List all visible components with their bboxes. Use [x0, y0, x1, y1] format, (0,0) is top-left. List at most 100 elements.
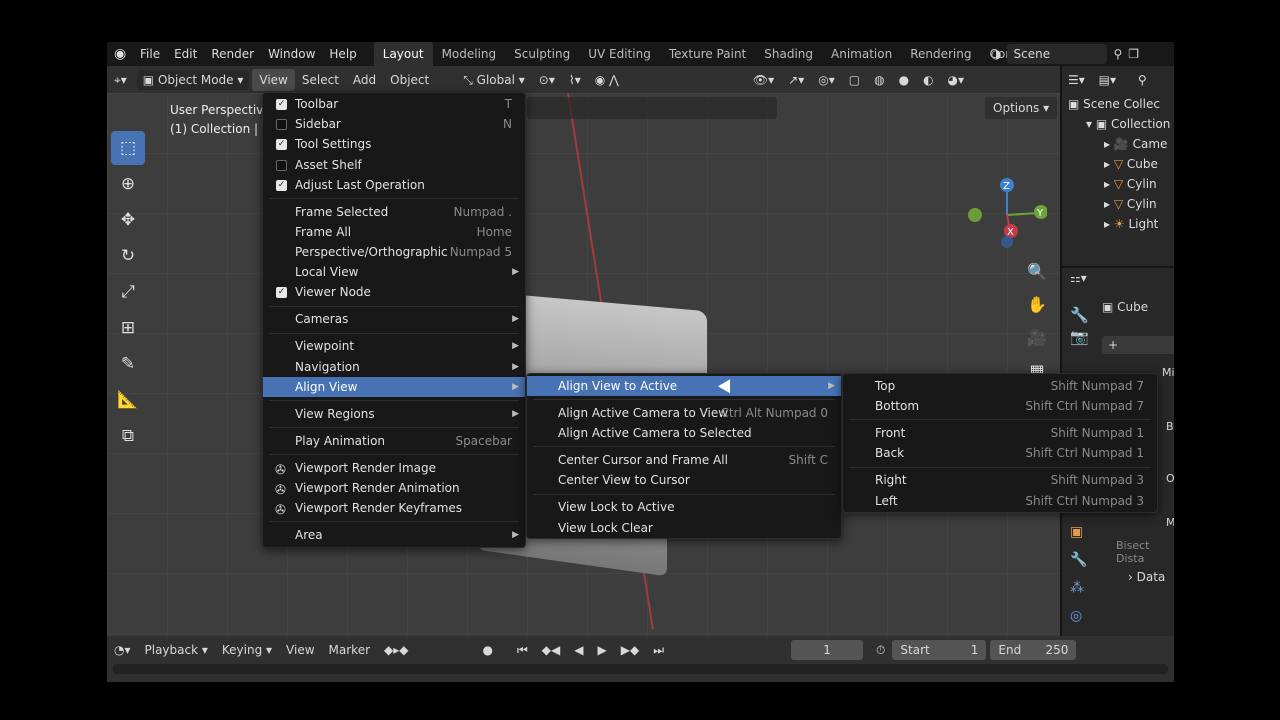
jump-start-icon[interactable]: ⏮ — [510, 643, 535, 658]
shading-wire-icon[interactable]: ◍ — [867, 69, 891, 91]
checkbox-checked-icon[interactable]: ✓ — [276, 139, 287, 151]
menu-item-center-cursor-and-frame-all[interactable]: Center Cursor and Frame All Shift C — [527, 450, 841, 470]
camera-view-icon[interactable]: 🎥 — [1022, 322, 1052, 352]
menu-item-viewport-render-image[interactable]: ✇ Viewport Render Image — [263, 458, 525, 478]
menu-item-play-animation[interactable]: Play Animation Spacebar — [263, 431, 525, 451]
outliner-scene-row[interactable]: ▣ Scene Collec — [1062, 94, 1174, 114]
menu-item-viewport-render-keyframes[interactable]: ✇ Viewport Render Keyframes — [263, 498, 525, 518]
play-reverse-icon[interactable]: ◀ — [567, 643, 590, 657]
modifier-tab-icon[interactable]: 🔧 — [1070, 546, 1088, 574]
proportional-edit-icon[interactable]: ◉ ⋀ — [588, 69, 626, 91]
annotate-icon[interactable]: ✎ — [111, 347, 145, 381]
scene-name[interactable]: Scene — [1007, 44, 1108, 64]
gizmo-icon[interactable]: ↗▾ — [781, 69, 811, 91]
zoom-icon[interactable]: 🔍 — [1022, 256, 1052, 286]
menu-item-local-view[interactable]: Local View ▶ — [263, 262, 525, 282]
menu-view[interactable]: View — [252, 68, 295, 91]
menu-help[interactable]: Help — [322, 42, 363, 66]
editor-type-icon[interactable]: ⌖▾ — [107, 69, 134, 91]
menu-render[interactable]: Render — [204, 42, 261, 66]
checkbox-unchecked-icon[interactable] — [276, 159, 287, 171]
play-icon[interactable]: ▶ — [591, 643, 614, 657]
timeline-scrubber[interactable] — [113, 664, 1168, 674]
tab-animation[interactable]: Animation — [822, 42, 901, 66]
data-subpanel[interactable]: › Data — [1128, 570, 1165, 584]
outliner-item-cube[interactable]: ▸ ▽ Cube — [1062, 154, 1174, 174]
properties-editor-icon[interactable]: ⚏▾ — [1062, 268, 1174, 288]
start-frame-field[interactable]: Start 1 — [892, 640, 987, 660]
menu-timeline-view[interactable]: View — [279, 643, 321, 657]
shading-material-icon[interactable]: ◐ — [916, 69, 940, 91]
current-frame-field[interactable]: 1 — [791, 640, 864, 660]
timeline-editor-icon[interactable]: ◔▾ — [107, 643, 138, 657]
visibility-icon[interactable]: 👁▾ — [746, 69, 781, 91]
scale-icon[interactable]: ⤢ — [111, 275, 145, 309]
new-scene-icon[interactable]: ❐ — [1128, 47, 1139, 61]
pan-hand-icon[interactable]: ✋ — [1022, 289, 1052, 319]
menu-item-left[interactable]: Left Shift Ctrl Numpad 3 — [843, 491, 1157, 511]
menu-file[interactable]: File — [133, 42, 167, 66]
cursor-icon[interactable]: ⊕ — [111, 167, 145, 201]
menu-item-align-active-camera-to-selected[interactable]: Align Active Camera to Selected — [527, 423, 841, 443]
blender-logo-icon[interactable]: ◉ — [107, 42, 133, 66]
checkbox-unchecked-icon[interactable] — [276, 119, 287, 131]
auto-key-icon[interactable]: ● — [476, 643, 500, 657]
menu-marker[interactable]: Marker — [322, 643, 377, 657]
menu-item-right[interactable]: Right Shift Numpad 3 — [843, 470, 1157, 490]
jump-end-icon[interactable]: ⏭ — [646, 643, 671, 658]
tab-layout[interactable]: Layout — [373, 42, 433, 66]
navigation-gizmo[interactable]: Z Y X — [967, 175, 1047, 255]
outliner-collection-row[interactable]: ▾ ▣ Collection — [1062, 114, 1174, 134]
menu-item-asset-shelf[interactable]: Asset Shelf — [263, 155, 525, 175]
tool-tab-icon[interactable]: 🔧 — [1070, 304, 1089, 326]
measure-icon[interactable]: 📐 — [111, 383, 145, 417]
overlays-icon[interactable]: ◎▾ — [811, 69, 842, 91]
pin-icon[interactable]: ⚲ — [1113, 47, 1122, 61]
menu-item-align-view-to-active[interactable]: Align View to Active ▶ — [527, 376, 841, 397]
shading-rendered-icon[interactable]: ◕▾ — [941, 69, 972, 91]
checkbox-checked-icon[interactable]: ✓ — [276, 287, 287, 299]
modifier-name-field[interactable]: Mirr — [1162, 366, 1174, 379]
stopwatch-icon[interactable]: ⏱ — [869, 643, 892, 658]
menu-item-area[interactable]: Area ▶ — [263, 525, 525, 545]
menu-item-center-view-to-cursor[interactable]: Center View to Cursor — [527, 470, 841, 490]
outliner-search-icon[interactable]: ⚲ — [1138, 73, 1147, 87]
menu-item-adjust-last-operation[interactable]: ✓ Adjust Last Operation — [263, 175, 525, 195]
menu-item-align-view[interactable]: Align View ▶ — [263, 376, 525, 398]
tab-rendering[interactable]: Rendering — [901, 42, 980, 66]
scene-selector[interactable]: ◑ Scene ⚲ ❐ — [991, 44, 1171, 64]
options-dropdown[interactable]: Options ▾ — [985, 97, 1058, 119]
menu-item-bottom[interactable]: Bottom Shift Ctrl Numpad 7 — [843, 396, 1157, 416]
menu-item-frame-selected[interactable]: Frame Selected Numpad . — [263, 202, 525, 222]
menu-item-align-active-camera-to-view[interactable]: Align Active Camera to View Ctrl Alt Nump… — [527, 403, 841, 423]
menu-item-toolbar[interactable]: ✓ Toolbar T — [263, 94, 525, 114]
outliner-item-cylinder[interactable]: ▸ ▽ Cylin — [1062, 174, 1174, 194]
menu-item-view-lock-to-active[interactable]: View Lock to Active — [527, 497, 841, 517]
menu-item-top[interactable]: Top Shift Numpad 7 — [843, 376, 1157, 396]
menu-item-frame-all[interactable]: Frame All Home — [263, 222, 525, 242]
checkbox-checked-icon[interactable]: ✓ — [276, 99, 287, 110]
outliner-item-cylinder[interactable]: ▸ ▽ Cylin — [1062, 194, 1174, 214]
menu-playback[interactable]: Playback ▾ — [138, 643, 215, 657]
outliner-item-camera[interactable]: ▸ 🎥 Came — [1062, 134, 1174, 154]
select-box-icon[interactable]: ⬚ — [111, 131, 145, 165]
menu-window[interactable]: Window — [261, 42, 322, 66]
shading-solid-icon[interactable]: ● — [892, 69, 916, 91]
display-mode-icon[interactable]: ▤▾ — [1099, 73, 1116, 87]
outliner-item-light[interactable]: ▸ ☀ Light — [1062, 214, 1174, 234]
checkbox-checked-icon[interactable]: ✓ — [276, 179, 287, 191]
menu-add[interactable]: Add — [346, 69, 383, 91]
menu-item-view-lock-clear[interactable]: View Lock Clear — [527, 518, 841, 538]
end-frame-field[interactable]: End 250 — [990, 640, 1077, 660]
xray-icon[interactable]: ▢ — [842, 69, 867, 91]
menu-select[interactable]: Select — [295, 69, 346, 91]
add-modifier-button[interactable]: + — [1102, 336, 1174, 354]
transform-icon[interactable]: ⊞ — [111, 311, 145, 345]
menu-item-view-regions[interactable]: View Regions ▶ — [263, 404, 525, 424]
keyframe-nav-icon[interactable]: ◆▸◆ — [377, 643, 415, 657]
menu-edit[interactable]: Edit — [167, 42, 204, 66]
object-tab-icon[interactable]: ▣ — [1070, 518, 1088, 546]
pivot-icon[interactable]: ⊙▾ — [532, 69, 562, 91]
prev-key-icon[interactable]: ◆◀ — [535, 643, 567, 657]
next-key-icon[interactable]: ▶◆ — [614, 643, 646, 657]
